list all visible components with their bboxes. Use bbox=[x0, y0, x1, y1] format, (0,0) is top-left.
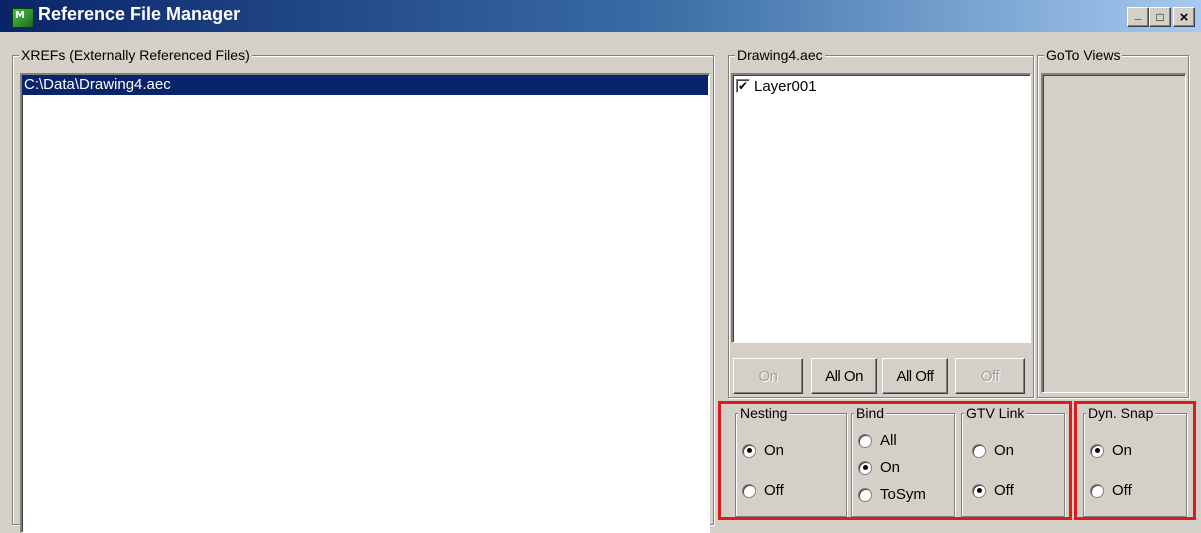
app-icon: M bbox=[12, 8, 34, 28]
goto-legend: GoTo Views bbox=[1044, 47, 1123, 63]
window-title: Reference File Manager bbox=[38, 4, 241, 24]
xrefs-legend: XREFs (Externally Referenced Files) bbox=[19, 47, 252, 63]
layer-off-button[interactable]: Off bbox=[955, 358, 1025, 394]
layer-all-on-button[interactable]: All On bbox=[811, 358, 877, 394]
layer-checkbox[interactable]: ✔ bbox=[736, 79, 750, 93]
layer-label: Layer001 bbox=[754, 77, 817, 95]
title-bar[interactable]: M Reference File Manager _ □ × bbox=[0, 0, 1201, 34]
layer-list[interactable]: ✔ Layer001 bbox=[731, 73, 1031, 343]
app-icon-text: M bbox=[15, 10, 25, 21]
layer-item[interactable]: ✔ Layer001 bbox=[733, 75, 1030, 97]
checkmark-icon: ✔ bbox=[737, 79, 749, 93]
highlight-box-options bbox=[718, 401, 1072, 520]
drawing-legend: Drawing4.aec bbox=[735, 47, 825, 63]
goto-views-list[interactable] bbox=[1041, 73, 1186, 393]
close-icon: × bbox=[1179, 8, 1189, 26]
xrefs-list[interactable]: C:\Data\Drawing4.aec bbox=[20, 73, 710, 533]
highlight-box-dyn-snap bbox=[1074, 401, 1196, 520]
layer-all-off-button[interactable]: All Off bbox=[882, 358, 948, 394]
close-button[interactable]: × bbox=[1173, 7, 1195, 27]
maximize-button[interactable]: □ bbox=[1149, 7, 1171, 27]
xref-item-selected[interactable]: C:\Data\Drawing4.aec bbox=[22, 75, 708, 95]
minimize-button[interactable]: _ bbox=[1127, 7, 1149, 27]
minimize-icon: _ bbox=[1134, 7, 1142, 21]
maximize-icon: □ bbox=[1156, 10, 1164, 24]
layer-on-button[interactable]: On bbox=[733, 358, 803, 394]
